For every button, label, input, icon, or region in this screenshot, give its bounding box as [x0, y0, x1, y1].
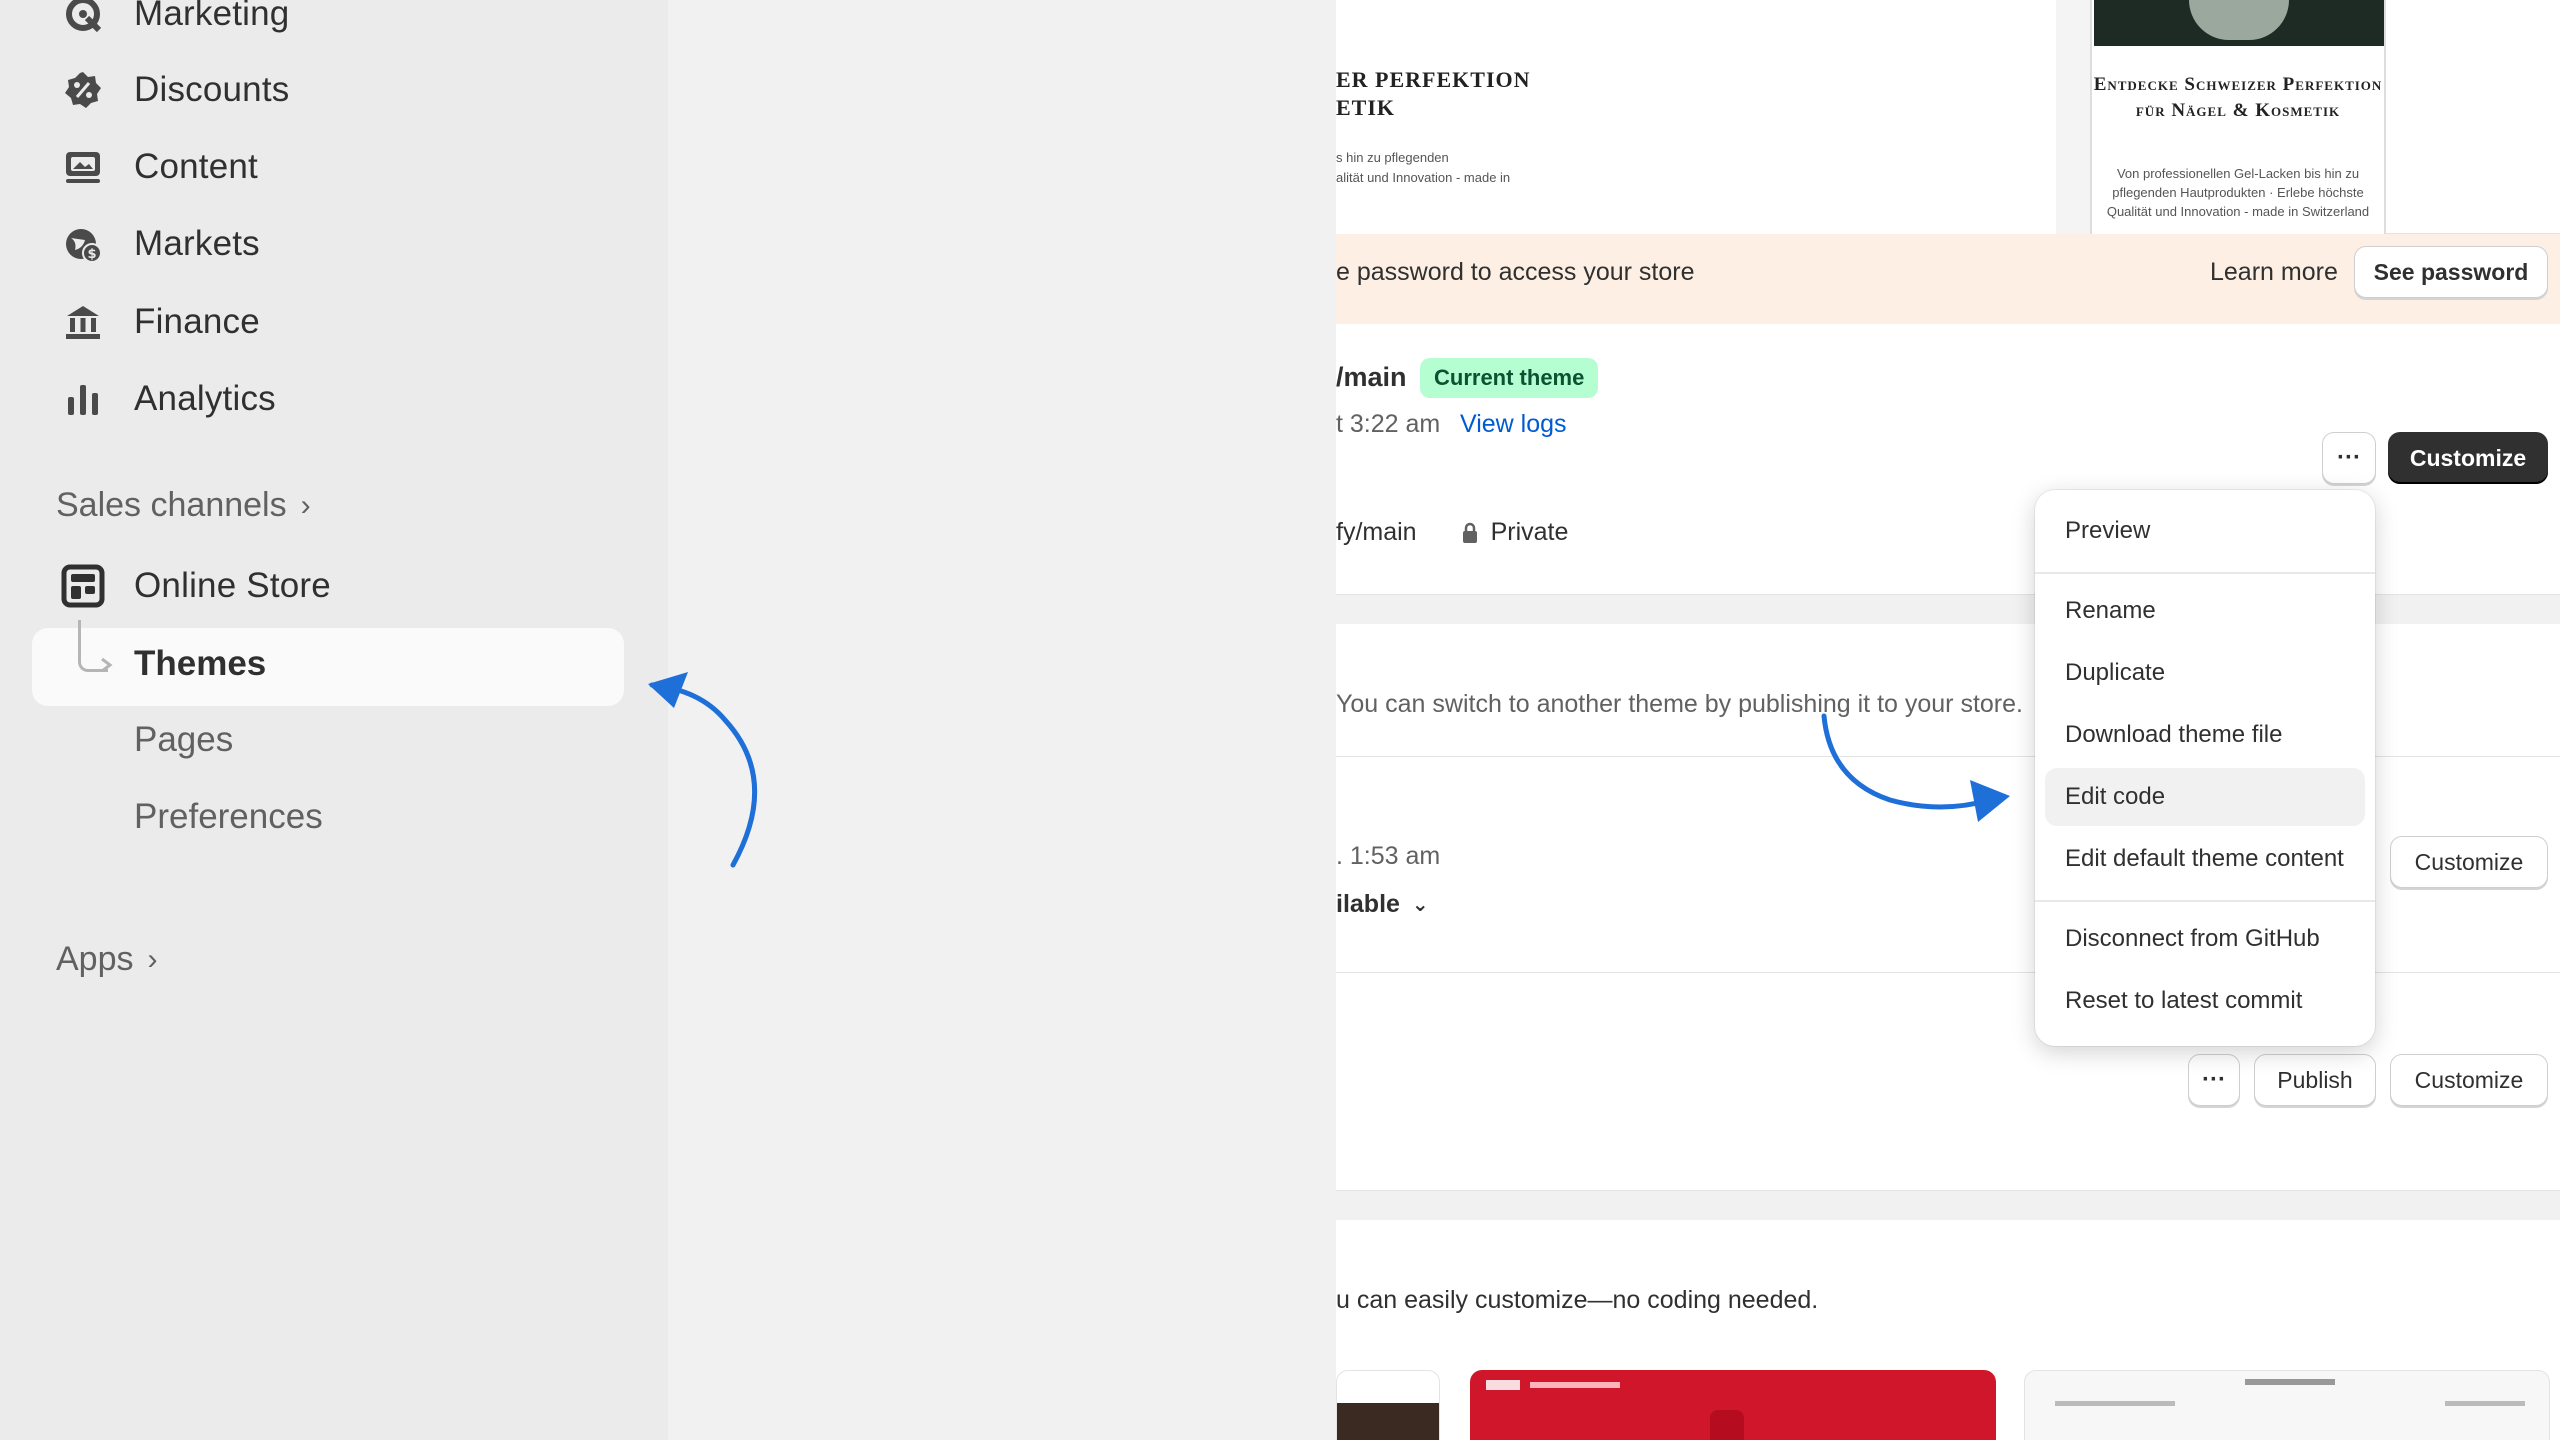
finance-icon [60, 299, 106, 345]
sidebar-item-label: Finance [134, 302, 260, 341]
sidebar-item-label: Themes [134, 644, 267, 683]
theme-thumbnail[interactable] [1336, 1370, 1440, 1440]
marketing-icon [60, 0, 106, 37]
menu-item-duplicate[interactable]: Duplicate [2045, 644, 2365, 702]
sales-channels-heading[interactable]: Sales channels › [56, 486, 311, 525]
theme-actions-menu: Preview Rename Duplicate Download theme … [2035, 490, 2375, 1046]
divider [1336, 972, 2560, 973]
menu-item-download-theme-file[interactable]: Download theme file [2045, 706, 2365, 764]
annotation-arrow-left [648, 672, 758, 868]
mobile-preview-text: Von professionellen Gel-Lacken bis hin z… [2106, 166, 2370, 219]
svg-text:$: $ [87, 247, 96, 262]
availability-dropdown[interactable]: ilable ⌄ [1336, 890, 1429, 919]
chevron-right-icon: › [147, 942, 158, 976]
password-banner: e password to access your store Learn mo… [1336, 234, 2560, 324]
discounts-icon [60, 67, 106, 113]
preview-title-line: ETIK [1336, 95, 1396, 120]
menu-divider [2035, 900, 2375, 902]
password-banner-text: e password to access your store [1336, 258, 1695, 286]
sidebar-item-online-store[interactable]: Online Store [60, 558, 331, 614]
theme-saved-date: . 1:53 am [1336, 842, 1441, 870]
popular-themes-section: u can easily customize—no coding needed. [1336, 1220, 2560, 1440]
menu-item-edit-code[interactable]: Edit code [2045, 768, 2365, 826]
customize-button[interactable]: Customize [2390, 1054, 2548, 1106]
preview-title-line: ER PERFEKTION [1336, 67, 1531, 92]
menu-item-preview[interactable]: Preview [2045, 502, 2365, 560]
theme-thumbnail[interactable] [1470, 1370, 1996, 1440]
sidebar-item-discounts[interactable]: Discounts [60, 62, 289, 118]
mobile-preview-title: Entdecke Schweizer Perfektion für Nägel … [2093, 74, 2383, 121]
sidebar-item-content[interactable]: Content [60, 139, 258, 195]
theme-saved-date: t 3:22 am [1336, 410, 1441, 438]
chevron-down-icon: ⌄ [1411, 894, 1429, 916]
hero-image [2094, 0, 2384, 46]
see-password-button[interactable]: See password [2354, 246, 2548, 298]
customize-button[interactable]: Customize [2388, 432, 2548, 484]
sidebar-item-label: Analytics [134, 379, 276, 418]
mobile-preview[interactable]: Entdecke Schweizer Perfektion für Nägel … [2090, 0, 2386, 234]
apps-heading[interactable]: Apps › [56, 940, 158, 979]
sidebar-item-markets[interactable]: $ Markets [60, 216, 260, 272]
menu-item-disconnect-github[interactable]: Disconnect from GitHub [2045, 910, 2365, 968]
analytics-icon [60, 376, 106, 422]
theme-name: /main [1336, 362, 1407, 392]
markets-icon: $ [60, 221, 106, 267]
visibility-label: Private [1490, 518, 1569, 546]
admin-sidebar: Marketing Discounts Content $ Markets Fi… [0, 0, 668, 1440]
popular-description: u can easily customize—no coding needed. [1336, 1286, 1819, 1314]
menu-item-reset-latest-commit[interactable]: Reset to latest commit [2045, 972, 2365, 1030]
tree-arrow-icon [101, 657, 113, 673]
more-actions-button[interactable]: ··· [2188, 1054, 2240, 1106]
sidebar-item-label: Markets [134, 224, 260, 263]
sidebar-item-themes[interactable]: Themes [32, 628, 624, 706]
content-icon [60, 144, 106, 190]
learn-more-link[interactable]: Learn more [2210, 258, 2338, 287]
lock-icon [1461, 522, 1479, 544]
sidebar-item-label: Marketing [134, 0, 290, 33]
sidebar-item-label: Content [134, 147, 258, 186]
desktop-preview[interactable]: ER PERFEKTION ETIK s hin zu pflegenden a… [1336, 0, 2056, 234]
sidebar-item-label: Discounts [134, 70, 290, 109]
sidebar-item-analytics[interactable]: Analytics [60, 371, 276, 427]
preview-text-line: alität und Innovation - made in [1336, 170, 1511, 185]
current-theme-section: /main Current theme t 3:22 am View logs … [1336, 324, 2560, 594]
sidebar-item-marketing[interactable]: Marketing [60, 0, 289, 42]
theme-thumbnail[interactable] [2024, 1370, 2550, 1440]
view-logs-link[interactable]: View logs [1460, 410, 1567, 439]
more-actions-button[interactable]: ··· [2322, 432, 2376, 484]
theme-repo: fy/main Private [1336, 518, 1568, 547]
repo-name: fy/main [1336, 518, 1417, 546]
annotation-arrow-right [1821, 713, 2010, 822]
section-gap [1336, 1190, 2560, 1220]
sidebar-item-pages[interactable]: Pages [134, 720, 233, 760]
sidebar-item-finance[interactable]: Finance [60, 294, 260, 350]
publish-button[interactable]: Publish [2254, 1054, 2376, 1106]
sidebar-item-preferences[interactable]: Preferences [134, 797, 323, 837]
section-gap [1336, 594, 2560, 624]
sidebar-item-label: Online Store [134, 566, 331, 605]
preview-text-line: s hin zu pflegenden [1336, 150, 1449, 165]
customize-button[interactable]: Customize [2390, 836, 2548, 888]
current-theme-badge: Current theme [1420, 358, 1599, 398]
online-store-icon [60, 563, 106, 609]
theme-preview-card: ER PERFEKTION ETIK s hin zu pflegenden a… [1336, 0, 2560, 234]
menu-item-rename[interactable]: Rename [2045, 582, 2365, 640]
menu-divider [2035, 572, 2375, 574]
menu-item-edit-default-theme-content[interactable]: Edit default theme content [2045, 830, 2365, 888]
chevron-right-icon: › [300, 488, 311, 522]
